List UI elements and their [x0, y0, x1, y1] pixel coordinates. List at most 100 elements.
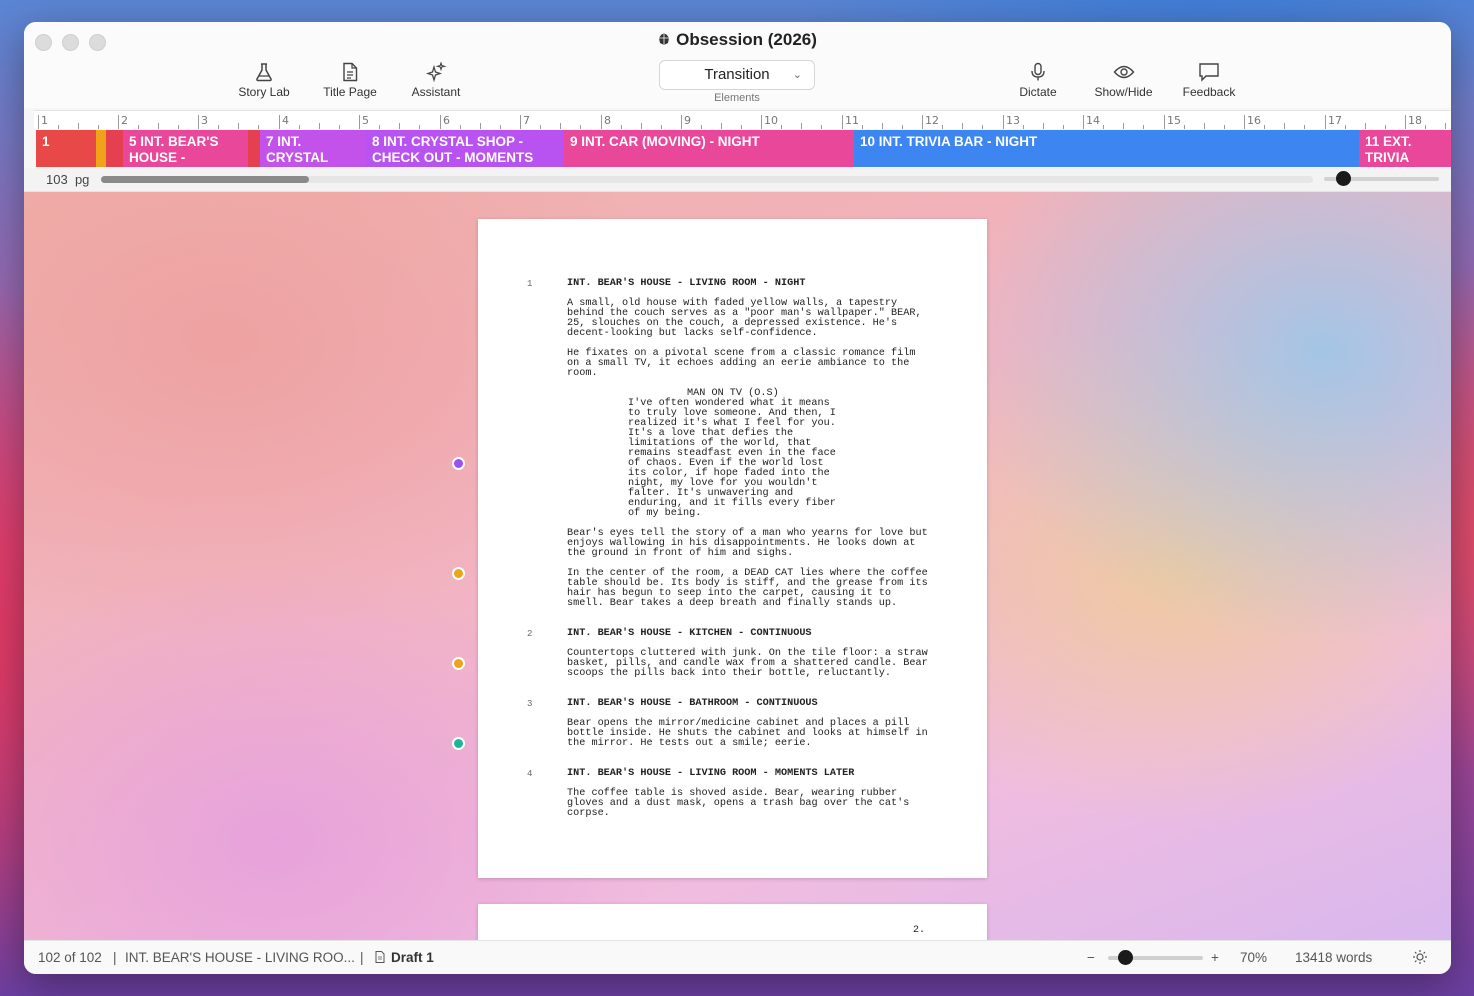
- microphone-icon: [1031, 62, 1045, 81]
- scene-marker-dot[interactable]: [452, 657, 465, 670]
- scene-heading[interactable]: INT. BEAR'S HOUSE - LIVING ROOM - NIGHT: [567, 278, 805, 289]
- page-scrollbar-thumb[interactable]: [101, 176, 309, 183]
- ruler-minor-tick: [419, 125, 420, 129]
- elements-dropdown[interactable]: Transition ⌄: [659, 60, 815, 90]
- ruler-minor-tick: [138, 125, 139, 129]
- ruler-major-tick: [1405, 115, 1406, 129]
- ruler-major-tick: [761, 115, 762, 129]
- feedback-button[interactable]: Feedback: [1179, 62, 1239, 99]
- scene-card[interactable]: 5 INT. BEAR'S HOUSE -: [123, 130, 248, 167]
- strip-zoom-slider-knob[interactable]: [1336, 171, 1351, 186]
- ruler-minor-tick: [1385, 125, 1386, 129]
- scene-number: 1: [527, 279, 533, 289]
- ruler-minor-tick: [721, 123, 722, 129]
- scene-number: 2: [527, 629, 533, 639]
- flask-icon: [256, 63, 272, 82]
- ruler-label: 4: [282, 114, 289, 127]
- ruler-minor-tick: [781, 125, 782, 129]
- zoom-slider-knob[interactable]: [1118, 950, 1133, 965]
- scene-heading[interactable]: INT. BEAR'S HOUSE - KITCHEN - CONTINUOUS: [567, 628, 812, 639]
- scene-card[interactable]: 1: [36, 130, 96, 167]
- ruler-minor-tick: [1043, 123, 1044, 129]
- zoom-level: 70%: [1240, 950, 1268, 965]
- zoom-out-button[interactable]: −: [1087, 950, 1095, 965]
- ruler-minor-tick: [1143, 125, 1144, 129]
- scene-card[interactable]: [106, 130, 123, 167]
- ruler-minor-tick: [1023, 125, 1024, 129]
- scene-heading[interactable]: INT. BEAR'S HOUSE - LIVING ROOM - MOMENT…: [567, 768, 854, 779]
- speech-bubble-icon: [1199, 63, 1219, 82]
- ruler-label: 2: [121, 114, 128, 127]
- ruler-minor-tick: [460, 125, 461, 129]
- page-ruler[interactable]: 1 2 3 4 5 6 7 8 9 10 11 12 13 14 15 16 17 18: [34, 110, 1451, 129]
- action-block[interactable]: The coffee table is shoved aside. Bear, …: [567, 788, 929, 819]
- scene-marker-dot[interactable]: [452, 567, 465, 580]
- app-window: Obsession (2026) Story Lab Title Page As…: [24, 22, 1451, 974]
- ruler-minor-tick: [1063, 125, 1064, 129]
- show-hide-button[interactable]: Show/Hide: [1090, 62, 1157, 99]
- ruler-minor-tick: [942, 125, 943, 129]
- elements-caption: Elements: [714, 92, 760, 104]
- scene-marker-dot[interactable]: [452, 737, 465, 750]
- ruler-minor-tick: [821, 125, 822, 129]
- ruler-minor-tick: [902, 125, 903, 129]
- dictate-button[interactable]: Dictate: [1014, 62, 1062, 99]
- zoom-in-button[interactable]: +: [1211, 950, 1219, 965]
- ruler-major-tick: [681, 115, 682, 129]
- ruler-minor-tick: [661, 125, 662, 129]
- ruler-minor-tick: [339, 125, 340, 129]
- ruler-minor-tick: [299, 125, 300, 129]
- action-block[interactable]: In the center of the room, a DEAD CAT li…: [567, 568, 929, 609]
- scene-card[interactable]: [248, 130, 260, 167]
- script-page[interactable]: 1 INT. BEAR'S HOUSE - LIVING ROOM - NIGHT…: [478, 219, 987, 878]
- story-lab-label: Story Lab: [238, 85, 290, 99]
- ruler-minor-tick: [399, 123, 400, 129]
- scene-card[interactable]: 11 EXT. TRIVIA PARKING LOT: [1359, 130, 1451, 167]
- editor-canvas: 1 INT. BEAR'S HOUSE - LIVING ROOM - NIGHT…: [24, 192, 1451, 940]
- current-scene[interactable]: INT. BEAR'S HOUSE - LIVING ROO...: [125, 950, 355, 965]
- ruler-minor-tick: [1184, 125, 1185, 129]
- page-scrollbar[interactable]: [101, 176, 1313, 183]
- scene-heading[interactable]: INT. BEAR'S HOUSE - BATHROOM - CONTINUOU…: [567, 698, 818, 709]
- app-document-icon: [659, 33, 670, 45]
- scene-card[interactable]: 10 INT. TRIVIA BAR - NIGHT: [854, 130, 1359, 167]
- scene-card[interactable]: [96, 130, 106, 167]
- ruler-minor-tick: [641, 123, 642, 129]
- ruler-label: 12: [925, 114, 939, 127]
- action-block[interactable]: Bear's eyes tell the story of a man who …: [567, 528, 929, 559]
- brightness-icon[interactable]: [1412, 949, 1428, 968]
- assistant-button[interactable]: Assistant: [408, 62, 464, 99]
- scene-card[interactable]: 7 INT. CRYSTAL: [260, 130, 366, 167]
- dialogue-block[interactable]: I've often wondered what it means to tru…: [628, 398, 843, 519]
- ruler-major-tick: [279, 115, 280, 129]
- chevron-down-icon: ⌄: [792, 69, 802, 81]
- ruler-major-tick: [842, 115, 843, 129]
- scene-position: 102 of 102: [38, 950, 102, 965]
- ruler-major-tick: [520, 115, 521, 129]
- ruler-minor-tick: [982, 125, 983, 129]
- ruler-major-tick: [440, 115, 441, 129]
- action-block[interactable]: He fixates on a pivotal scene from a cla…: [567, 348, 929, 379]
- scene-marker-dot[interactable]: [452, 457, 465, 470]
- ruler-label: 1: [41, 114, 48, 127]
- action-block[interactable]: Countertops cluttered with junk. On the …: [567, 648, 929, 679]
- ruler-minor-tick: [319, 123, 320, 129]
- script-page-2[interactable]: 2.: [478, 904, 987, 940]
- draft-selector[interactable]: Draft 1: [391, 950, 434, 965]
- status-bar: 102 of 102 | INT. BEAR'S HOUSE - LIVING …: [24, 940, 1451, 974]
- scene-card[interactable]: 9 INT. CAR (MOVING) - NIGHT: [564, 130, 854, 167]
- status-separator: |: [113, 950, 117, 965]
- action-block[interactable]: Bear opens the mirror/medicine cabinet a…: [567, 718, 929, 749]
- ruler-label: 9: [684, 114, 691, 127]
- ruler-minor-tick: [1284, 123, 1285, 129]
- title-page-button[interactable]: Title Page: [320, 62, 380, 99]
- action-block[interactable]: A small, old house with faded yellow wal…: [567, 298, 929, 339]
- ruler-label: 7: [523, 114, 530, 127]
- story-lab-button[interactable]: Story Lab: [236, 62, 292, 99]
- elements-value: Transition: [704, 66, 770, 83]
- ruler-minor-tick: [701, 125, 702, 129]
- scene-card[interactable]: 8 INT. CRYSTAL SHOP - CHECK OUT - MOMENT…: [366, 130, 564, 167]
- scene-number: 3: [527, 699, 533, 709]
- ruler-label: 11: [845, 114, 859, 127]
- ruler-minor-tick: [1224, 125, 1225, 129]
